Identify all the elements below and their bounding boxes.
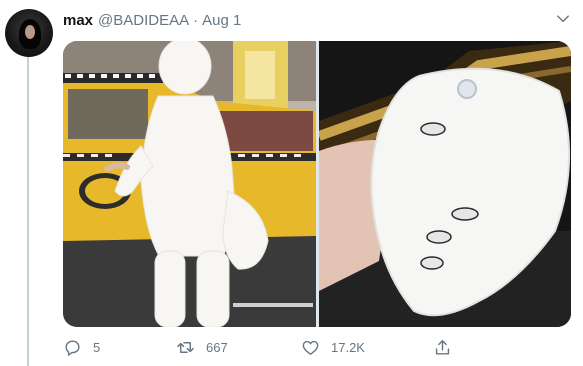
thread-line <box>27 56 29 366</box>
media-image-left[interactable] <box>63 41 316 327</box>
heart-icon <box>302 340 319 355</box>
display-name[interactable]: max <box>63 12 93 29</box>
fur-phone-case-photo <box>319 41 571 327</box>
tweet-media[interactable] <box>63 41 571 327</box>
tweet-date[interactable]: Aug 1 <box>202 12 241 29</box>
tweet[interactable]: max @BADIDEAA · Aug 1 5 667 17.2K <box>0 0 583 366</box>
retweet-button[interactable]: 667 <box>176 336 228 358</box>
chevron-down-icon[interactable] <box>556 12 570 26</box>
retweet-count: 667 <box>206 339 228 355</box>
fur-costume-photo <box>63 41 316 327</box>
share-icon <box>435 339 450 355</box>
avatar[interactable] <box>5 9 53 57</box>
reply-icon <box>65 339 80 356</box>
avatar-face <box>25 25 35 39</box>
tweet-header: max @BADIDEAA · Aug 1 <box>63 10 241 30</box>
reply-count: 5 <box>93 339 101 355</box>
retweet-icon <box>177 341 194 353</box>
media-image-right[interactable] <box>319 41 571 327</box>
user-handle[interactable]: @BADIDEAA <box>98 12 189 29</box>
like-button[interactable]: 17.2K <box>301 336 365 358</box>
separator-dot: · <box>193 11 199 29</box>
share-button[interactable] <box>433 336 452 358</box>
tweet-actions: 5 667 17.2K <box>63 336 571 358</box>
like-count: 17.2K <box>331 339 365 355</box>
reply-button[interactable]: 5 <box>63 336 100 358</box>
